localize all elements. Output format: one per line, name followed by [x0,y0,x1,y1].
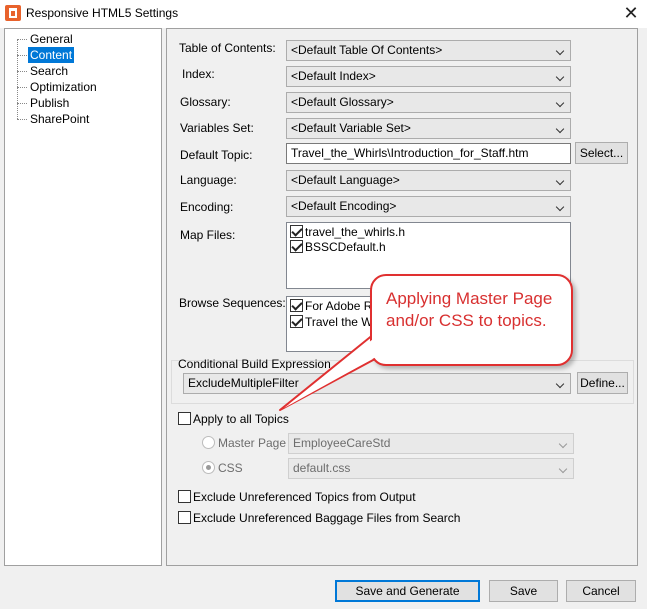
language-label: Language: [180,173,237,187]
glossary-value: <Default Glossary> [291,95,394,109]
app-icon [5,5,21,21]
exclude-topics-checkbox[interactable]: Exclude Unreferenced Topics from Output [178,490,416,504]
save-button[interactable]: Save [489,580,558,602]
list-item-label: travel_the_whirls.h [305,225,406,239]
define-button[interactable]: Define... [577,372,628,394]
encoding-value: <Default Encoding> [291,199,397,213]
exclude-topics-label: Exclude Unreferenced Topics from Output [193,490,416,504]
chevron-down-icon [555,434,573,453]
chevron-down-icon [552,93,570,112]
variables-select[interactable]: <Default Variable Set> [286,118,571,139]
sidebar-item-label: General [30,32,73,46]
list-item-label: BSSCDefault.h [305,240,386,254]
default-topic-field[interactable]: Travel_the_Whirls\Introduction_for_Staff… [286,143,571,164]
encoding-label: Encoding: [180,200,234,214]
css-radio[interactable]: CSS [202,461,243,475]
radio-button[interactable] [202,461,215,474]
list-item[interactable]: BSSCDefault.h [290,240,386,255]
exclude-baggage-checkbox[interactable]: Exclude Unreferenced Baggage Files from … [178,511,460,525]
chevron-down-icon [555,459,573,478]
chevron-down-icon [552,171,570,190]
checkbox[interactable] [290,225,303,238]
sidebar-item-label: Publish [30,96,70,110]
sidebar-item-label: Optimization [30,80,97,94]
variables-label: Variables Set: [180,121,254,135]
toc-label: Table of Contents: [179,41,276,55]
language-value: <Default Language> [291,173,400,187]
window-title: Responsive HTML5 Settings [26,6,179,20]
checkbox[interactable] [178,490,191,503]
exclude-baggage-label: Exclude Unreferenced Baggage Files from … [193,511,461,525]
toc-value: <Default Table Of Contents> [291,43,443,57]
checkbox[interactable] [178,412,191,425]
glossary-label: Glossary: [180,95,231,109]
select-topic-button[interactable]: Select... [575,142,628,164]
sidebar-item-label: Search [30,64,69,78]
save-and-generate-button[interactable]: Save and Generate [335,580,480,602]
callout-text: Applying Master Page and/or CSS to topic… [386,289,553,330]
master-page-select[interactable]: EmployeeCareStd [288,433,574,454]
encoding-select[interactable]: <Default Encoding> [286,196,571,217]
index-value: <Default Index> [291,69,376,83]
variables-value: <Default Variable Set> [291,121,411,135]
glossary-select[interactable]: <Default Glossary> [286,92,571,113]
language-select[interactable]: <Default Language> [286,170,571,191]
chevron-down-icon [552,119,570,138]
checkbox[interactable] [290,240,303,253]
list-item[interactable]: travel_the_whirls.h [290,225,405,240]
css-select[interactable]: default.css [288,458,574,479]
chevron-down-icon [552,67,570,86]
master-page-label: Master Page [218,436,287,450]
chevron-down-icon [552,41,570,60]
sidebar-item-label: SharePoint [30,112,90,126]
index-select[interactable]: <Default Index> [286,66,571,87]
cancel-button[interactable]: Cancel [566,580,636,602]
tree-connector [17,39,18,119]
master-page-radio[interactable]: Master Page [202,436,286,450]
chevron-down-icon [552,197,570,216]
default-topic-label: Default Topic: [180,148,253,162]
css-value: default.css [293,461,351,475]
toc-select[interactable]: <Default Table Of Contents> [286,40,571,61]
index-label: Index: [182,67,215,81]
sidebar-tree: General Content Search Optimization Publ… [4,28,162,566]
checkbox[interactable] [178,511,191,524]
sidebar-item-label: Content [28,47,75,63]
map-files-label: Map Files: [180,228,236,242]
radio-button[interactable] [202,436,215,449]
master-page-value: EmployeeCareStd [293,436,391,450]
css-label: CSS [218,461,243,475]
close-icon[interactable]: ✕ [620,2,642,24]
